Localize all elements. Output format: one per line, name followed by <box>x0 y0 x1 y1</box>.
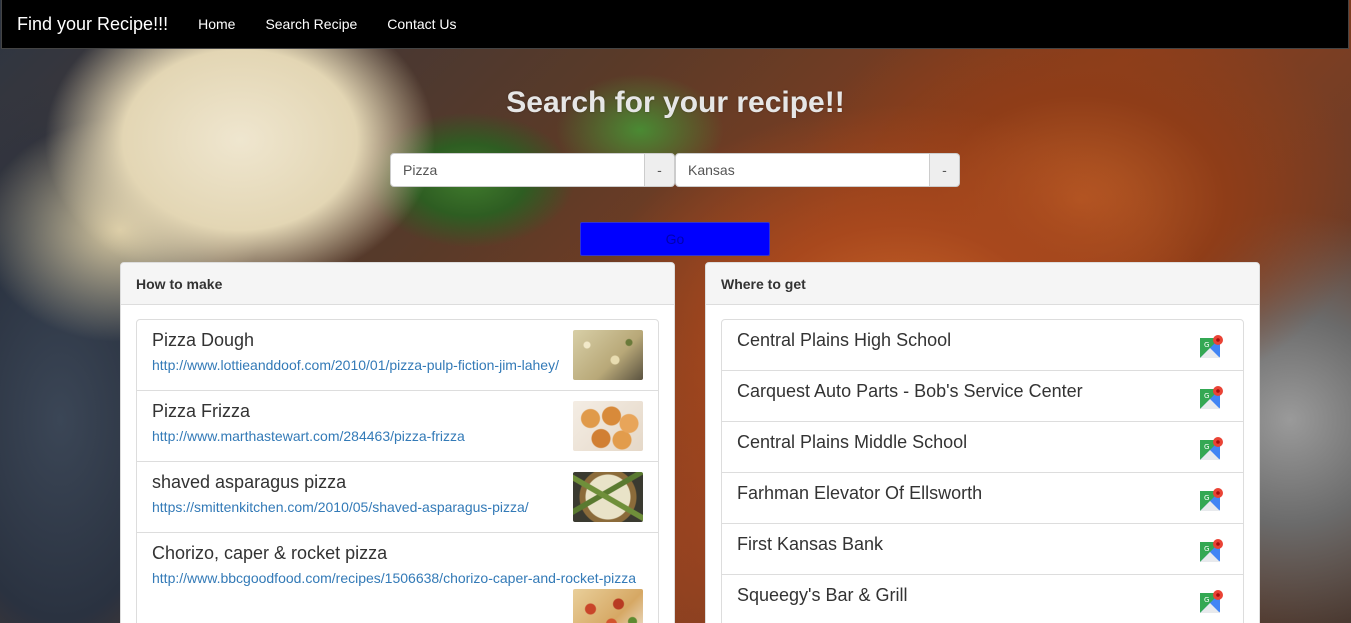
google-maps-icon[interactable]: G <box>1199 486 1225 512</box>
recipe-list-item[interactable]: shaved asparagus pizza https://smittenki… <box>137 462 658 533</box>
location-input-addon: - <box>930 153 960 187</box>
svg-text:G: G <box>1204 596 1209 604</box>
recipe-link[interactable]: http://www.marthastewart.com/284463/pizz… <box>152 428 643 444</box>
place-name: Central Plains Middle School <box>737 432 968 452</box>
where-to-get-heading: Where to get <box>706 263 1259 305</box>
nav-home[interactable]: Home <box>183 0 250 49</box>
google-maps-icon[interactable]: G <box>1199 588 1225 614</box>
asparagus-pizza-thumbnail <box>573 472 643 522</box>
place-name: Farhman Elevator Of Ellsworth <box>737 483 983 503</box>
place-name: Squeegy's Bar & Grill <box>737 585 908 605</box>
where-to-get-panel: Where to get Central Plains High School … <box>705 262 1260 623</box>
place-list-item[interactable]: Carquest Auto Parts - Bob's Service Cent… <box>722 371 1243 422</box>
recipe-title: Pizza Dough <box>152 330 255 350</box>
how-to-make-heading: How to make <box>121 263 674 305</box>
page-title: Search for your recipe!! <box>506 86 845 119</box>
recipe-search-group: - <box>390 153 675 187</box>
svg-text:G: G <box>1204 443 1209 451</box>
google-maps-icon[interactable]: G <box>1199 384 1225 410</box>
nav-contact-us[interactable]: Contact Us <box>372 0 471 49</box>
svg-text:G: G <box>1204 341 1209 349</box>
google-maps-icon[interactable]: G <box>1199 333 1225 359</box>
recipe-list: Pizza Dough http://www.lottieanddoof.com… <box>136 319 659 623</box>
recipe-search-input[interactable] <box>390 153 645 187</box>
chorizo-pizza-thumbnail <box>573 589 643 623</box>
place-list-item[interactable]: Farhman Elevator Of Ellsworth G <box>722 473 1243 524</box>
place-name: Central Plains High School <box>737 330 952 350</box>
recipe-title: Chorizo, caper & rocket pizza <box>152 543 388 563</box>
place-list-item[interactable]: Squeegy's Bar & Grill G <box>722 575 1243 623</box>
google-maps-icon[interactable]: G <box>1199 537 1225 563</box>
google-maps-icon[interactable]: G <box>1199 435 1225 461</box>
recipe-list-item[interactable]: Chorizo, caper & rocket pizza http://www… <box>137 533 658 623</box>
recipe-list-item[interactable]: Pizza Frizza http://www.marthastewart.co… <box>137 391 658 462</box>
recipe-link[interactable]: http://www.lottieanddoof.com/2010/01/piz… <box>152 357 643 373</box>
place-name: Carquest Auto Parts - Bob's Service Cent… <box>737 381 1083 401</box>
recipe-link[interactable]: http://www.bbcgoodfood.com/recipes/15066… <box>152 570 643 586</box>
pizza-dough-thumbnail <box>573 330 643 380</box>
recipe-link[interactable]: https://smittenkitchen.com/2010/05/shave… <box>152 499 643 515</box>
location-search-group: - <box>675 153 960 187</box>
svg-text:G: G <box>1204 494 1209 502</box>
recipe-title: shaved asparagus pizza <box>152 472 347 492</box>
place-list: Central Plains High School G Carquest Au… <box>721 319 1244 623</box>
place-name: First Kansas Bank <box>737 534 884 554</box>
place-list-item[interactable]: Central Plains High School G <box>722 320 1243 371</box>
location-search-input[interactable] <box>675 153 930 187</box>
recipe-title: Pizza Frizza <box>152 401 251 421</box>
place-list-item[interactable]: Central Plains Middle School G <box>722 422 1243 473</box>
place-list-item[interactable]: First Kansas Bank G <box>722 524 1243 575</box>
recipe-input-addon: - <box>645 153 675 187</box>
recipe-list-item[interactable]: Pizza Dough http://www.lottieanddoof.com… <box>137 320 658 391</box>
svg-text:G: G <box>1204 392 1209 400</box>
svg-text:G: G <box>1204 545 1209 553</box>
brand-title[interactable]: Find your Recipe!!! <box>2 0 183 49</box>
go-button[interactable]: Go <box>580 222 770 256</box>
navbar: Find your Recipe!!! Home Search Recipe C… <box>1 0 1349 49</box>
nav-search-recipe[interactable]: Search Recipe <box>250 0 372 49</box>
how-to-make-panel: How to make Pizza Dough http://www.lotti… <box>120 262 675 623</box>
pizza-frizza-thumbnail <box>573 401 643 451</box>
